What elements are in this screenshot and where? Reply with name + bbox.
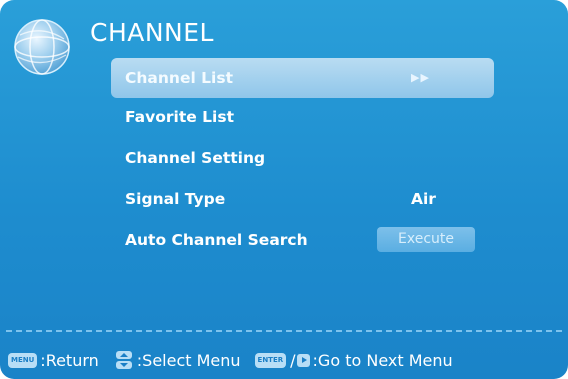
return-hint: :Return (40, 350, 99, 370)
separator: / (290, 350, 296, 370)
menu-item-label: Signal Type (125, 190, 226, 208)
menu-key-icon: MENU (8, 352, 38, 368)
osd-screen: CHANNEL Channel List ▶▶ Favorite List Ch… (0, 0, 568, 379)
select-menu-hint: :Select Menu (136, 350, 241, 370)
next-menu-hint: :Go to Next Menu (312, 350, 453, 370)
menu-item-label: Channel Setting (125, 149, 266, 167)
execute-button[interactable]: Execute (377, 227, 475, 252)
menu-item-channel-list[interactable]: Channel List ▶▶ (111, 58, 494, 98)
menu-item-auto-channel-search[interactable]: Auto Channel Search Execute (111, 220, 494, 260)
footer-hints: MENU :Return :Select Menu ENTER / :Go to… (8, 347, 457, 373)
menu-item-signal-type[interactable]: Signal Type Air (111, 179, 494, 219)
menu-item-label: Favorite List (125, 108, 234, 126)
double-arrow-icon: ▶▶ (411, 71, 430, 84)
menu-item-favorite-list[interactable]: Favorite List (111, 97, 494, 137)
globe-icon (14, 19, 70, 75)
footer-divider (6, 330, 562, 332)
menu-item-label: Channel List (125, 69, 233, 87)
signal-type-value: Air (411, 190, 436, 208)
page-title: CHANNEL (90, 18, 214, 47)
menu-item-label: Auto Channel Search (125, 231, 308, 249)
right-arrow-key-icon (296, 353, 310, 367)
enter-key-icon: ENTER (254, 352, 287, 368)
up-down-nav-icon (115, 351, 132, 369)
menu-item-channel-setting[interactable]: Channel Setting (111, 138, 494, 178)
